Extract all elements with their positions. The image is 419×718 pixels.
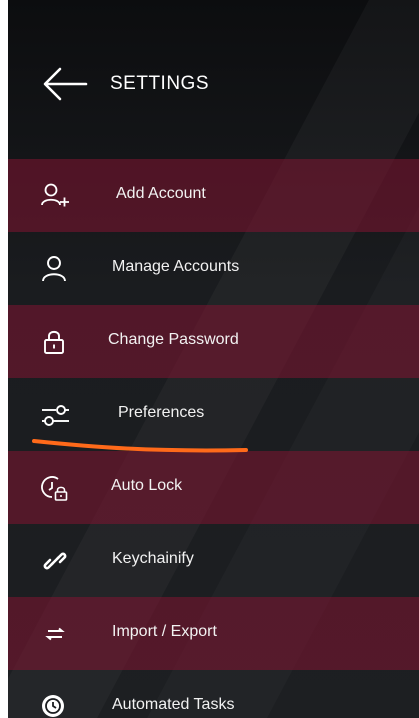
menu-item-label: Change Password xyxy=(108,331,239,348)
arrow-left-icon xyxy=(43,67,88,101)
menu-item-manage-accounts[interactable]: Manage Accounts xyxy=(8,232,419,305)
menu-item-label: Import / Export xyxy=(112,623,217,640)
add-user-icon xyxy=(41,183,69,207)
menu-item-label: Auto Lock xyxy=(111,477,183,494)
menu-item-label: Preferences xyxy=(118,404,205,421)
menu-item-add-account[interactable]: Add Account xyxy=(8,159,419,232)
timer-icon xyxy=(42,695,64,717)
menu-item-label: Keychainify xyxy=(112,550,194,567)
menu-item-label: Manage Accounts xyxy=(112,258,240,275)
menu-item-import-export[interactable]: Import / Export xyxy=(8,597,419,670)
sliders-icon xyxy=(42,405,69,426)
menu-item-auto-lock[interactable]: Auto Lock xyxy=(8,451,419,524)
settings-screen: SETTINGS Add Account Manage Accounts Cha… xyxy=(8,0,419,718)
swap-arrows-icon xyxy=(45,627,65,641)
menu-item-keychainify[interactable]: Keychainify xyxy=(8,524,419,597)
clock-lock-icon xyxy=(41,476,68,501)
back-button[interactable] xyxy=(40,64,90,104)
page-title: SETTINGS xyxy=(110,73,210,94)
header: SETTINGS xyxy=(8,0,419,160)
menu-item-automated-tasks[interactable]: Automated Tasks xyxy=(8,670,419,718)
menu-item-label: Add Account xyxy=(116,185,206,202)
menu-item-preferences[interactable]: Preferences xyxy=(8,378,419,451)
menu-item-change-password[interactable]: Change Password xyxy=(8,305,419,378)
link-icon xyxy=(43,552,67,570)
settings-menu: Add Account Manage Accounts Change Passw… xyxy=(8,159,419,718)
lock-icon xyxy=(44,330,64,354)
user-icon xyxy=(42,256,66,282)
menu-item-label: Automated Tasks xyxy=(112,696,235,713)
